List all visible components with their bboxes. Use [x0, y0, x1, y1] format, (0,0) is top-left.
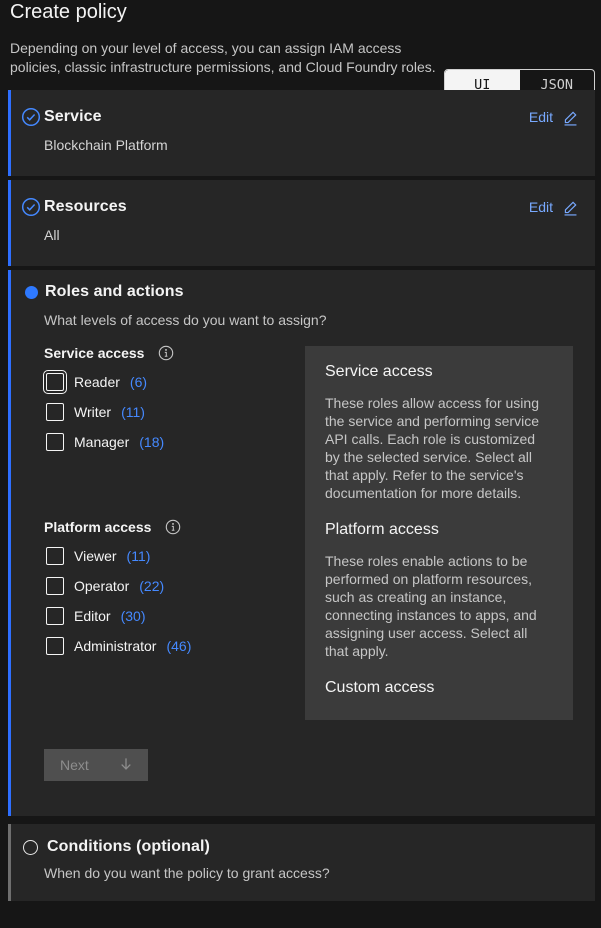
step-service: Service Edit Blockchain Platform — [8, 90, 595, 176]
checkbox-operator[interactable] — [46, 577, 64, 595]
checkbox-label: Reader — [74, 374, 120, 390]
info-panel-body: These roles allow access for using the s… — [325, 394, 553, 502]
checkbox-editor[interactable] — [46, 607, 64, 625]
checkbox-count: (46) — [166, 638, 191, 654]
checkbox-row-administrator[interactable]: Administrator (46) — [46, 637, 191, 655]
checkbox-count: (22) — [139, 578, 164, 594]
checkbox-viewer[interactable] — [46, 547, 64, 565]
step-conditions-title: Conditions (optional) — [47, 838, 210, 856]
step-conditions: Conditions (optional) When do you want t… — [8, 824, 595, 901]
step-service-value: Blockchain Platform — [44, 137, 579, 153]
checkbox-count: (30) — [121, 608, 146, 624]
step-resources-value: All — [44, 227, 579, 243]
next-button[interactable]: Next — [44, 749, 148, 781]
checkbox-count: (11) — [127, 548, 151, 564]
checkbox-row-manager[interactable]: Manager (18) — [46, 433, 164, 451]
access-info-panel: Service access These roles allow access … — [305, 346, 573, 720]
checkbox-row-viewer[interactable]: Viewer (11) — [46, 547, 150, 565]
checkbox-label: Writer — [74, 404, 111, 420]
checkbox-label: Administrator — [74, 638, 156, 654]
step-conditions-subtitle: When do you want the policy to grant acc… — [44, 865, 579, 881]
checkmark-outline-icon — [21, 197, 41, 217]
checkbox-count: (11) — [121, 404, 145, 420]
step-roles-and-actions: Roles and actions What levels of access … — [8, 270, 595, 816]
checkbox-row-reader[interactable]: Reader (6) — [46, 373, 147, 391]
service-access-info-icon[interactable] — [158, 345, 174, 361]
platform-access-info-icon[interactable] — [165, 519, 181, 535]
checkbox-label: Operator — [74, 578, 129, 594]
edit-resources-button[interactable]: Edit — [529, 199, 579, 216]
filled-dot-icon — [25, 286, 38, 299]
checkbox-row-editor[interactable]: Editor (30) — [46, 607, 145, 625]
info-panel-heading: Platform access — [325, 521, 553, 539]
empty-circle-icon — [23, 840, 38, 855]
checkmark-outline-icon — [21, 107, 41, 127]
platform-access-label: Platform access — [44, 519, 151, 535]
checkbox-row-operator[interactable]: Operator (22) — [46, 577, 164, 595]
step-roles-title: Roles and actions — [45, 283, 184, 301]
edit-resources-label: Edit — [529, 199, 553, 215]
checkbox-reader[interactable] — [46, 373, 64, 391]
checkbox-label: Manager — [74, 434, 129, 450]
info-panel-heading: Service access — [325, 363, 553, 381]
page-header: Create policy Depending on your level of… — [0, 0, 601, 77]
info-panel-body: These roles enable actions to be perform… — [325, 552, 553, 660]
arrow-down-icon — [118, 756, 134, 775]
roles-question: What levels of access do you want to ass… — [44, 312, 595, 328]
checkbox-count: (6) — [130, 374, 147, 390]
checkbox-label: Viewer — [74, 548, 117, 564]
edit-service-label: Edit — [529, 109, 553, 125]
next-button-label: Next — [60, 757, 89, 773]
edit-service-button[interactable]: Edit — [529, 109, 579, 126]
checkbox-administrator[interactable] — [46, 637, 64, 655]
info-panel-heading: Custom access — [325, 679, 553, 697]
page-title: Create policy — [10, 1, 595, 24]
checkbox-count: (18) — [139, 434, 164, 450]
step-resources: Resources Edit All — [8, 180, 595, 266]
edit-pencil-icon — [562, 199, 579, 216]
checkbox-label: Editor — [74, 608, 111, 624]
page-description: Depending on your level of access, you c… — [10, 39, 438, 77]
step-resources-title: Resources — [44, 198, 127, 216]
edit-pencil-icon — [562, 109, 579, 126]
checkbox-writer[interactable] — [46, 403, 64, 421]
checkbox-row-writer[interactable]: Writer (11) — [46, 403, 145, 421]
step-service-title: Service — [44, 108, 102, 126]
checkbox-manager[interactable] — [46, 433, 64, 451]
service-access-label: Service access — [44, 345, 144, 361]
